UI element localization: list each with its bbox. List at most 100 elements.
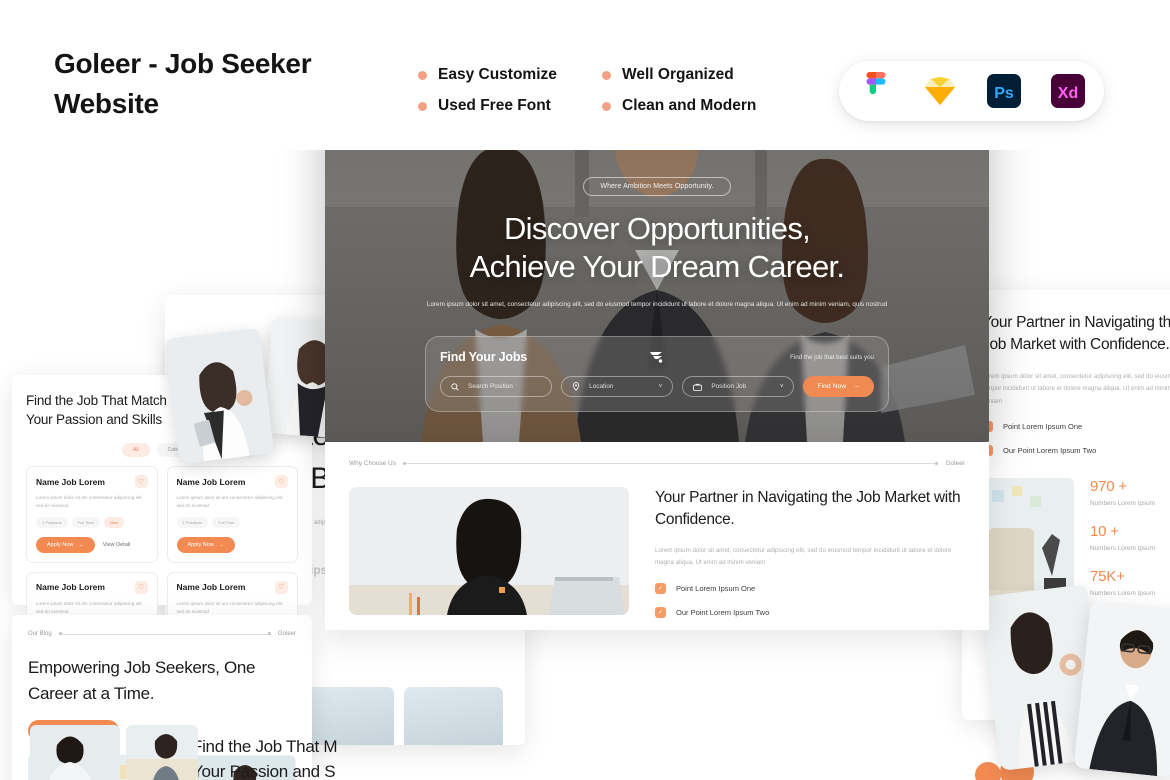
partner-point: ✓ Our Point Lorem Ipsum Two: [982, 445, 1170, 457]
why-point-label: Our Point Lorem Ipsum Two: [676, 607, 770, 617]
view-detail-link[interactable]: View Detail: [103, 542, 130, 548]
search-panel-header: Find Your Jobs Find the job that best su…: [440, 350, 874, 364]
hero-headline: Discover Opportunities, Achieve Your Dre…: [469, 211, 845, 284]
job-tag: 1 Positions: [176, 516, 209, 528]
job-card-title: Name Job Lorem: [176, 582, 246, 593]
why-point-label: Point Lorem Ipsum One: [676, 583, 756, 593]
photo-illustration: [164, 327, 275, 465]
hero-badge: Where Ambition Meets Opportunity.: [583, 177, 731, 196]
sketch-icon: [921, 72, 959, 110]
why-divider: Why Choose Us Goleer: [349, 460, 965, 467]
photo-illustration: [349, 487, 629, 615]
position-job-select[interactable]: Position Job ˅: [682, 376, 795, 397]
divider-line: [402, 461, 939, 465]
feature-item: Used Free Font: [418, 91, 557, 121]
bullet-dot-icon: [602, 101, 611, 111]
photo-card-man-suit: [1073, 600, 1170, 778]
svg-text:Xd: Xd: [1057, 85, 1077, 102]
page-header: Goleer - Job Seeker Website Easy Customi…: [0, 0, 1170, 150]
svg-text:Ps: Ps: [994, 85, 1014, 102]
feature-label: Well Organized: [622, 66, 734, 83]
chevron-down-icon: ˅: [779, 383, 784, 390]
stats-list: 970 + Numbers Lorem Ipsum 10 + Numbers L…: [1090, 478, 1155, 618]
job-tag: Full Time: [212, 516, 241, 528]
job-card-tags: 1 Positions Full Time: [176, 516, 289, 528]
search-position-input[interactable]: Search Position: [440, 376, 553, 397]
favorite-heart-icon[interactable]: ♡: [275, 475, 288, 489]
why-text-column: Your Partner in Navigating the Job Marke…: [655, 487, 965, 618]
feature-column-left: Easy Customize Used Free Font: [418, 60, 557, 122]
why-point: ✓ Our Point Lorem Ipsum Two: [655, 606, 965, 618]
photoshop-icon: Ps: [985, 72, 1023, 110]
blog-divider: Our Blog Goleer: [28, 631, 296, 637]
job-card-title: Name Job Lorem: [176, 476, 246, 487]
job-search-panel: Find Your Jobs Find the job that best su…: [425, 336, 889, 412]
why-photo: [349, 487, 629, 615]
goleer-logo-icon: [648, 348, 666, 366]
job-card-header: Name Job Lorem ♡: [176, 475, 288, 489]
why-choose-us-panel: Why Choose Us Goleer Your Partner in Nav…: [325, 442, 989, 630]
location-placeholder: Location: [589, 383, 614, 390]
favorite-heart-icon[interactable]: ♡: [134, 580, 148, 594]
feature-column-right: Well Organized Clean and Modern: [602, 60, 756, 122]
search-position-placeholder: Search Position: [468, 383, 513, 390]
job-card-title: Name Job Lorem: [36, 476, 105, 487]
job-card[interactable]: Name Job Lorem ♡ Lorem ipsum dolor sit a…: [166, 466, 298, 563]
blog-heading: Empowering Job Seekers, One Career at a …: [28, 658, 256, 703]
apply-now-button[interactable]: Apply Now→: [36, 536, 95, 553]
job-card-body: Lorem ipsum dolor sit am consectetur adi…: [36, 600, 143, 614]
portrait-photo-waving: [164, 327, 275, 465]
why-point: ✓ Point Lorem Ipsum One: [655, 582, 965, 594]
apply-now-button[interactable]: Apply Now→: [176, 536, 236, 553]
divider-line: [58, 632, 272, 635]
blog-brand: Goleer: [277, 631, 296, 637]
partner-point: ✓ Point Lorem Ipsum One: [982, 421, 1170, 433]
stat-label: Numbers Lorem Ipsum: [1090, 545, 1155, 553]
check-icon: ✓: [655, 606, 666, 618]
job-tag: 1 Positions: [36, 516, 68, 528]
decorative-dot-small: [975, 762, 1001, 780]
hero-subtext: Lorem ipsum dolor sit amet, consectetur …: [426, 300, 888, 308]
position-job-placeholder: Position Job: [711, 383, 747, 390]
page-title: Goleer - Job Seeker Website: [54, 48, 312, 119]
job-tag: Full Time: [71, 516, 100, 528]
job-card-header: Name Job Lorem ♡: [36, 580, 148, 594]
why-grid: Your Partner in Navigating the Job Marke…: [349, 487, 965, 618]
arrow-right-icon: →: [853, 383, 860, 390]
job-card-tags: 1 Positions Full Time New: [36, 516, 148, 528]
stat-item: 970 + Numbers Lorem Ipsum: [1090, 478, 1155, 507]
bullet-dot-icon: [418, 70, 427, 80]
photo-illustration: [1073, 600, 1170, 778]
app-compatibility-badge: Ps Xd: [839, 61, 1104, 121]
find-now-button[interactable]: Find Now →: [803, 376, 874, 397]
feature-label: Clean and Modern: [622, 97, 757, 114]
job-card-body: Lorem ipsum dolor sit am consectetur adi…: [36, 495, 143, 509]
search-icon: [451, 382, 459, 391]
favorite-heart-icon[interactable]: ♡: [275, 580, 288, 594]
chevron-down-icon: ˅: [658, 383, 663, 390]
partner-heading: Your Partner in Navigating the Job Marke…: [982, 314, 1170, 354]
filter-chip-all[interactable]: All: [122, 443, 150, 458]
job-card-header: Name Job Lorem ♡: [36, 475, 148, 489]
bullet-dot-icon: [602, 70, 611, 80]
job-card-body: Lorem ipsum dolor sit am consectetur adi…: [176, 600, 284, 614]
search-panel-title: Find Your Jobs: [440, 350, 528, 364]
job-card-body: Lorem ipsum dolor sit am consectetur adi…: [176, 495, 284, 509]
strip-img-3: [404, 687, 504, 745]
briefcase-icon: [693, 383, 703, 391]
feature-item: Clean and Modern: [602, 91, 756, 121]
job-card-header: Name Job Lorem ♡: [176, 580, 288, 594]
photo-illustration: [126, 725, 198, 780]
feature-label: Used Free Font: [438, 97, 551, 114]
partner-point-label: Our Point Lorem Ipsum Two: [1003, 446, 1097, 456]
partner-body: Lorem ipsum dolor sit amet, consectetur …: [982, 372, 1170, 405]
why-body: Lorem ipsum dolor sit amet, consectetur …: [655, 546, 952, 567]
location-select[interactable]: Location ˅: [561, 376, 674, 397]
why-brand: Goleer: [945, 460, 965, 467]
favorite-heart-icon[interactable]: ♡: [134, 475, 148, 489]
job-card[interactable]: Name Job Lorem ♡ Lorem ipsum dolor sit a…: [26, 466, 158, 563]
blog-eyebrow: Our Blog: [28, 631, 52, 637]
stat-value: 10 +: [1090, 523, 1119, 541]
stat-item: 75K+ Numbers Lorem Ipsum: [1090, 568, 1155, 597]
feature-item: Well Organized: [602, 60, 756, 90]
